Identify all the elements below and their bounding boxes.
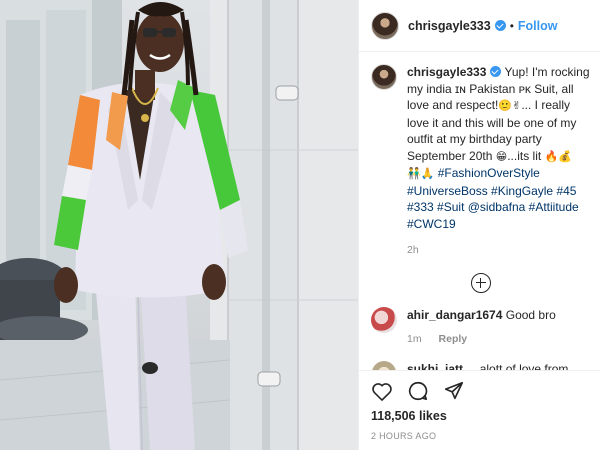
caption-emoji-4: 👬🙏: [407, 167, 435, 180]
caption-body: chrisgayle333 Yup! I'm rocking my india …: [407, 64, 590, 259]
post-photo[interactable]: [0, 0, 358, 450]
post-time: 2 HOURS AGO: [371, 431, 437, 441]
caption-emoji-3: 🔥💰: [544, 149, 572, 163]
hashtag-link[interactable]: #FashionOverStyle: [438, 166, 540, 180]
heart-icon[interactable]: [371, 381, 393, 401]
reply-button[interactable]: Reply: [439, 333, 468, 345]
caption-timestamp: 2h: [407, 244, 419, 256]
separator-dot: •: [509, 18, 514, 33]
hashtag-link[interactable]: #UniverseBoss: [407, 184, 488, 198]
comments-section: chrisgayle333 Yup! I'm rocking my india …: [359, 52, 600, 370]
post-side-panel: chrisgayle333 • Follow chrisgayle333 Yup…: [358, 0, 600, 450]
post-caption: chrisgayle333 Yup! I'm rocking my india …: [371, 64, 590, 259]
caption-username[interactable]: chrisgayle333: [407, 65, 486, 79]
commenter-username[interactable]: sukhi_jatt__: [407, 362, 476, 371]
verified-badge-icon: [494, 20, 506, 31]
hashtag-link[interactable]: #KingGayle: [491, 184, 553, 198]
hashtag-link[interactable]: #CWC19: [407, 217, 456, 231]
caption-verified-badge-icon: [490, 66, 502, 77]
action-icons: [371, 379, 588, 403]
commenter-avatar[interactable]: [371, 360, 397, 370]
comment-item: sukhi_jatt__ alott of love from both cou…: [371, 360, 590, 371]
comment-meta: 1m Reply: [407, 331, 590, 347]
comment-icon[interactable]: [407, 380, 429, 402]
caption-emoji-1: 🙂✌: [498, 99, 522, 112]
commenter-avatar[interactable]: [371, 306, 397, 333]
load-more-plus-icon[interactable]: [470, 272, 491, 293]
comment-item: ahir_dangar1674 Good bro 1m Reply: [371, 306, 590, 347]
author-avatar[interactable]: [371, 11, 399, 40]
caption-emoji-2: 😁: [495, 149, 508, 163]
photo-illustration: [0, 0, 358, 450]
caption-text-3: ...its lit: [507, 148, 542, 163]
commenter-username[interactable]: ahir_dangar1674: [407, 308, 502, 322]
hashtag-link[interactable]: #Suit: [437, 200, 464, 214]
caption-avatar[interactable]: [371, 64, 397, 90]
load-more-comments: [371, 272, 590, 293]
mention-link[interactable]: @sidbafna: [468, 200, 526, 214]
hashtag-link[interactable]: #333: [407, 200, 434, 214]
comment-body: sukhi_jatt__ alott of love from both cou…: [407, 361, 590, 371]
instagram-post: chrisgayle333 • Follow chrisgayle333 Yup…: [0, 0, 600, 450]
hashtag-link[interactable]: #45: [556, 184, 576, 198]
comment-time: 1m: [407, 332, 422, 345]
comment-text: Good bro: [505, 307, 556, 322]
post-header: chrisgayle333 • Follow: [359, 0, 600, 52]
author-username[interactable]: chrisgayle333: [408, 19, 491, 33]
share-icon[interactable]: [443, 380, 465, 402]
follow-button[interactable]: Follow: [518, 19, 558, 33]
hashtag-link[interactable]: #Attiitude: [529, 200, 579, 214]
comment-body: ahir_dangar1674 Good bro 1m Reply: [407, 307, 590, 347]
likes-count[interactable]: 118,506 likes: [371, 409, 588, 423]
post-actions: 118,506 likes 2 HOURS AGO: [359, 370, 600, 450]
